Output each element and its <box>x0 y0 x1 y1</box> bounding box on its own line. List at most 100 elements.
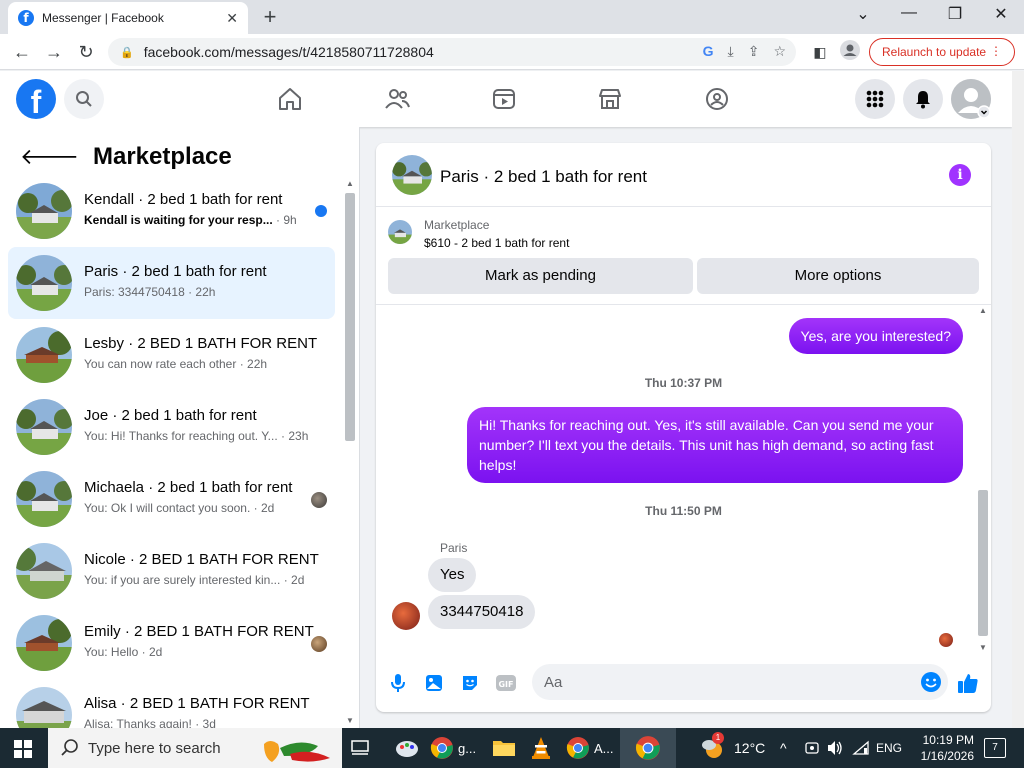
scroll-up-icon[interactable]: ▲ <box>977 306 989 315</box>
relaunch-button[interactable]: Relaunch to update ⋮ <box>869 38 1015 66</box>
relaunch-label: Relaunch to update <box>882 45 987 59</box>
groups-icon[interactable] <box>703 85 731 113</box>
windows-start-icon[interactable] <box>14 740 32 758</box>
friends-icon[interactable] <box>383 85 411 113</box>
unread-dot <box>315 205 327 217</box>
bookmark-star-icon[interactable]: ☆ <box>773 43 786 60</box>
conversation-preview: You: Ok I will contact you soon. · 2d <box>84 501 275 515</box>
weather-temp: 12°C <box>734 740 766 756</box>
facebook-logo-icon[interactable]: f <box>16 79 56 119</box>
side-panel-icon[interactable]: ◧ <box>808 40 832 64</box>
minimize-icon[interactable]: — <box>894 4 924 22</box>
browser-tab[interactable]: f Messenger | Facebook ✕ <box>8 2 248 34</box>
sender-avatar[interactable] <box>392 602 420 630</box>
window-scrollbar[interactable] <box>1012 71 1024 728</box>
back-icon[interactable]: ← <box>10 40 34 64</box>
meet-now-icon[interactable] <box>804 728 820 768</box>
menu-dots-icon: ⋮ <box>990 44 1002 58</box>
message-bubble-incoming[interactable]: 3344750418 <box>428 595 536 629</box>
chat-scrollbar[interactable]: ▲ ▼ <box>977 306 989 652</box>
listing-label: Marketplace <box>424 218 490 232</box>
sidebar-scrollbar[interactable]: ▲ ▼ <box>344 179 356 725</box>
mark-as-pending-button[interactable]: Mark as pending <box>388 258 693 294</box>
more-options-button[interactable]: More options <box>697 258 979 294</box>
gif-icon[interactable]: GIF <box>494 671 518 695</box>
forward-icon[interactable]: → <box>42 40 66 64</box>
reload-icon[interactable]: ↻ <box>74 40 98 64</box>
message-bubble-outgoing[interactable]: Hi! Thanks for reaching out. Yes, it's s… <box>467 407 963 483</box>
notification-center-icon[interactable]: 7 <box>984 738 1006 758</box>
listing-thumbnail[interactable] <box>388 220 412 244</box>
close-tab-icon[interactable]: ✕ <box>226 10 238 27</box>
chat-avatar[interactable] <box>392 155 432 195</box>
lock-icon: 🔒 <box>120 46 134 59</box>
search-icon <box>76 91 92 107</box>
volume-icon[interactable] <box>826 728 844 768</box>
task-view-icon[interactable] <box>350 735 370 761</box>
sticker-icon[interactable] <box>458 671 482 695</box>
network-icon[interactable] <box>852 728 870 768</box>
conversation-item[interactable]: Lesby · 2 BED 1 BATH FOR RENT You can no… <box>8 319 335 391</box>
paint-app-icon[interactable] <box>394 735 420 761</box>
new-tab-icon[interactable]: + <box>258 4 282 30</box>
close-window-icon[interactable]: ✕ <box>986 4 1016 24</box>
chrome-active-app-icon[interactable] <box>620 728 676 768</box>
weather-widget[interactable]: 1 12°C <box>700 728 765 768</box>
conversation-name: Paris · 2 bed 1 bath for rent <box>84 263 267 280</box>
back-arrow-icon[interactable]: 🡐 <box>20 144 79 170</box>
listing-price[interactable]: $610 - 2 bed 1 bath for rent <box>424 236 569 250</box>
conversation-preview: You: Hi! Thanks for reaching out. Y... ·… <box>84 429 309 443</box>
google-icon[interactable]: G <box>703 43 714 60</box>
conversation-item[interactable]: Kendall · 2 bed 1 bath for rent Kendall … <box>8 175 335 247</box>
bell-icon <box>916 91 930 109</box>
conversation-item[interactable]: Alisa · 2 BED 1 BATH FOR RENT Alisa: Tha… <box>8 679 335 728</box>
conversation-name: Lesby · 2 BED 1 BATH FOR RENT <box>84 335 318 352</box>
conversation-sidebar: 🡐 Marketplace Kendall · 2 bed 1 bath for… <box>0 127 360 728</box>
scroll-up-icon[interactable]: ▲ <box>344 179 356 188</box>
conversation-item[interactable]: Nicole · 2 BED 1 BATH FOR RENT You: if y… <box>8 535 335 607</box>
taskbar-app-label: g... <box>458 740 477 756</box>
message-timestamp: Thu 11:50 PM <box>645 504 722 518</box>
scrollbar-thumb[interactable] <box>345 193 355 441</box>
house-thumbnail <box>16 399 72 455</box>
conversation-item[interactable]: Emily · 2 BED 1 BATH FOR RENT You: Hello… <box>8 607 335 679</box>
home-icon[interactable] <box>276 85 304 113</box>
search-button[interactable] <box>64 79 104 119</box>
scroll-down-icon[interactable]: ▼ <box>344 716 356 725</box>
notifications-button[interactable] <box>903 79 943 119</box>
show-hidden-icons[interactable]: ^ <box>780 728 787 768</box>
menu-button[interactable] <box>855 79 895 119</box>
vlc-app-icon[interactable] <box>530 735 552 761</box>
message-bubble-outgoing[interactable]: Yes, are you interested? <box>788 318 963 354</box>
marketplace-icon[interactable] <box>596 85 624 113</box>
install-icon[interactable]: ⤓ <box>728 43 734 60</box>
chrome-app-icon[interactable]: g... <box>430 735 476 761</box>
conversation-name: Michaela · 2 bed 1 bath for rent <box>84 479 293 496</box>
emoji-icon[interactable] <box>920 671 942 693</box>
input-language[interactable]: ENG <box>876 728 902 768</box>
thumbs-up-icon[interactable] <box>956 671 980 695</box>
chat-title[interactable]: Paris · 2 bed 1 bath for rent <box>440 167 647 187</box>
conversation-item[interactable]: Paris · 2 bed 1 bath for rent Paris: 334… <box>8 247 335 319</box>
account-avatar[interactable] <box>951 79 991 119</box>
scrollbar-thumb[interactable] <box>978 490 988 636</box>
tab-search-icon[interactable]: ⌄ <box>848 4 878 24</box>
microphone-icon[interactable] <box>386 671 410 695</box>
taskbar-clock[interactable]: 10:19 PM 1/16/2026 <box>904 732 974 764</box>
profile-icon[interactable] <box>838 40 862 64</box>
watch-icon[interactable] <box>490 85 518 113</box>
chrome-app-icon[interactable]: A... <box>566 735 614 761</box>
house-thumbnail <box>16 543 72 599</box>
scroll-down-icon[interactable]: ▼ <box>977 643 989 652</box>
file-explorer-icon[interactable] <box>492 735 516 761</box>
conversation-item[interactable]: Joe · 2 bed 1 bath for rent You: Hi! Tha… <box>8 391 335 463</box>
conversation-item[interactable]: Michaela · 2 bed 1 bath for rent You: Ok… <box>8 463 335 535</box>
message-bubble-incoming[interactable]: Yes <box>428 558 477 592</box>
taskbar-search[interactable]: Type here to search <box>48 728 342 768</box>
address-bar[interactable]: 🔒 facebook.com/messages/t/42185807117288… <box>108 38 796 66</box>
message-input[interactable] <box>544 664 904 700</box>
share-icon[interactable]: ⇪ <box>748 43 760 60</box>
photo-icon[interactable] <box>422 671 446 695</box>
info-icon[interactable]: i <box>949 164 971 186</box>
restore-icon[interactable]: ❐ <box>940 4 970 24</box>
